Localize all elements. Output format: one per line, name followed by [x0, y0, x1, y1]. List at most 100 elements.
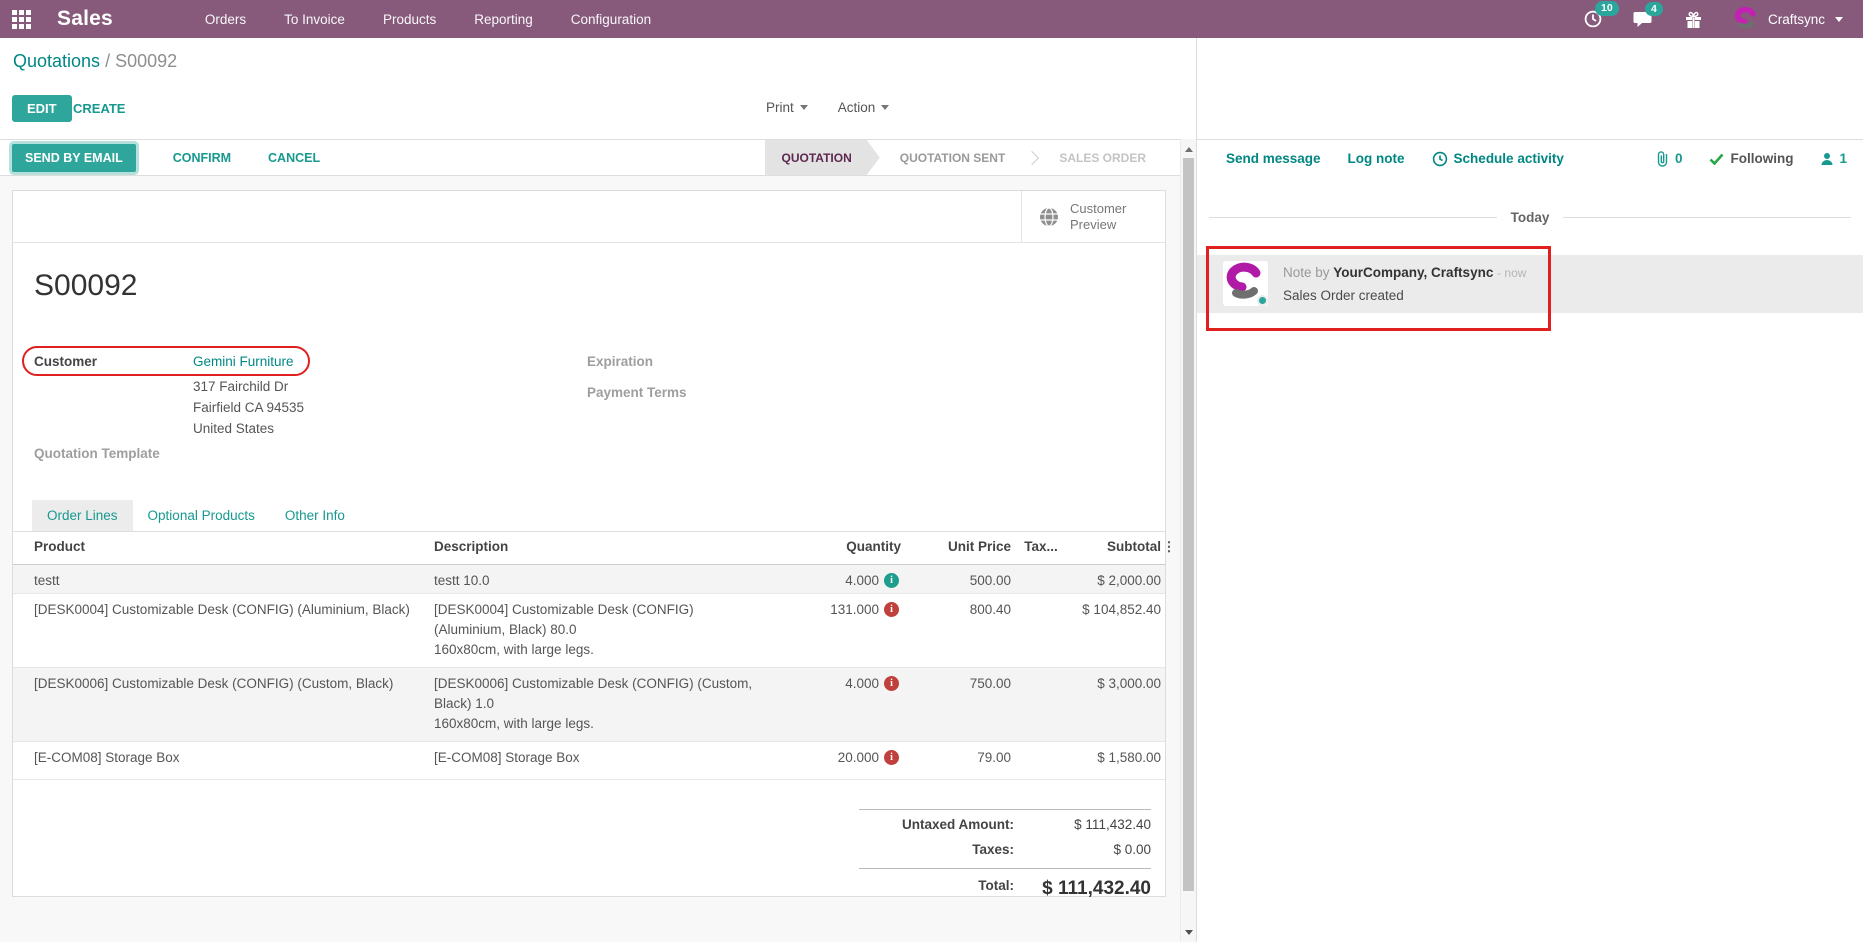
date-divider-label: Today: [1497, 210, 1564, 225]
sheet-header-strip: Customer Preview: [13, 191, 1165, 243]
cell-taxes: [1011, 594, 1071, 606]
stage-sales-order[interactable]: SALES ORDER: [1039, 140, 1166, 175]
breadcrumb-current: S00092: [115, 51, 177, 71]
confirm-button[interactable]: CONFIRM: [173, 151, 231, 165]
menu-orders[interactable]: Orders: [205, 12, 246, 27]
table-row[interactable]: [E-COM08] Storage Box [E-COM08] Storage …: [13, 742, 1165, 780]
tab-order-lines[interactable]: Order Lines: [32, 500, 133, 531]
cell-description: [DESK0006] Customizable Desk (CONFIG) (C…: [434, 668, 769, 740]
quotation-sheet: Customer Preview S00092 Customer Gemini …: [12, 190, 1166, 897]
log-note-button[interactable]: Log note: [1348, 151, 1405, 166]
taxes-value: $ 0.00: [1014, 842, 1151, 857]
stock-info-red-icon[interactable]: i: [884, 750, 899, 765]
cell-product: [DESK0004] Customizable Desk (CONFIG) (A…: [34, 594, 434, 626]
table-row[interactable]: [DESK0006] Customizable Desk (CONFIG) (C…: [13, 668, 1165, 742]
edit-button[interactable]: EDIT: [12, 95, 72, 122]
table-row[interactable]: [DESK0004] Customizable Desk (CONFIG) (A…: [13, 594, 1165, 668]
table-row[interactable]: testt testt 10.0 4.000 i 500.00 $ 2,000.…: [13, 565, 1165, 594]
menu-reporting[interactable]: Reporting: [474, 12, 533, 27]
apps-grid-icon[interactable]: [12, 10, 31, 29]
untaxed-amount-row: Untaxed Amount: $ 111,432.40: [859, 810, 1151, 835]
send-by-email-button[interactable]: SEND BY EMAIL: [12, 144, 136, 172]
note-author[interactable]: YourCompany, Craftsync: [1333, 265, 1493, 280]
scrollbar-thumb[interactable]: [1183, 158, 1194, 891]
stock-info-red-icon[interactable]: i: [884, 676, 899, 691]
chatter-toolbar: Send message Log note Schedule activity …: [1197, 139, 1863, 177]
triangle-up-icon: [1185, 147, 1193, 152]
attachments-button[interactable]: 0: [1655, 150, 1683, 167]
scroll-down-button[interactable]: [1181, 924, 1197, 940]
col-subtotal[interactable]: Subtotal: [1071, 532, 1161, 564]
cell-product: testt: [34, 565, 434, 597]
cell-subtotal: $ 3,000.00: [1071, 668, 1161, 700]
topbar-right: 10 4: [1583, 6, 1863, 33]
cell-unit-price: 500.00: [901, 565, 1011, 597]
address-country: United States: [193, 418, 304, 439]
total-row: Total: $ 111,432.40: [859, 868, 1151, 903]
tab-other-info[interactable]: Other Info: [270, 500, 360, 531]
col-description[interactable]: Description: [434, 532, 769, 564]
user-menu[interactable]: Craftsync: [1733, 6, 1843, 33]
vertical-scrollbar[interactable]: [1180, 139, 1196, 942]
message-header: Note by YourCompany, Craftsync - now: [1283, 265, 1526, 280]
cell-unit-price: 800.40: [901, 594, 1011, 626]
date-divider: Today: [1209, 210, 1851, 225]
cell-product: [E-COM08] Storage Box: [34, 742, 434, 774]
menu-products[interactable]: Products: [383, 12, 436, 27]
chatter-message[interactable]: Note by YourCompany, Craftsync - now Sal…: [1197, 255, 1863, 313]
tab-optional-products[interactable]: Optional Products: [133, 500, 270, 531]
stage-quotation[interactable]: QUOTATION: [765, 140, 880, 175]
send-message-button[interactable]: Send message: [1226, 151, 1321, 166]
expiration-label: Expiration: [587, 354, 653, 369]
payment-terms-label: Payment Terms: [587, 385, 687, 400]
app-name[interactable]: Sales: [57, 7, 113, 31]
stock-info-green-icon[interactable]: i: [884, 573, 899, 588]
odoo-sales-window: Sales Orders To Invoice Products Reporti…: [0, 0, 1863, 942]
print-dropdown[interactable]: Print: [766, 100, 808, 115]
order-lines-table: Product Description Quantity Unit Price …: [13, 532, 1165, 780]
chevron-down-icon: [1835, 17, 1843, 22]
menu-to-invoice[interactable]: To Invoice: [284, 12, 345, 27]
cell-unit-price: 79.00: [901, 742, 1011, 774]
follower-count: 1: [1839, 151, 1847, 166]
col-quantity[interactable]: Quantity: [769, 532, 901, 564]
form-background: Customer Preview S00092 Customer Gemini …: [0, 176, 1180, 942]
activities-button[interactable]: 10: [1583, 9, 1603, 29]
cell-quantity: 20.000: [769, 742, 879, 774]
following-button[interactable]: Following: [1709, 151, 1793, 166]
referral-button[interactable]: [1684, 10, 1703, 29]
stage-quotation-sent[interactable]: QUOTATION SENT: [880, 140, 1026, 175]
triangle-down-icon: [1185, 930, 1193, 935]
chatter-panel: Send message Log note Schedule activity …: [1196, 38, 1863, 942]
menu-configuration[interactable]: Configuration: [571, 12, 651, 27]
customer-field-value[interactable]: Gemini Furniture: [193, 354, 294, 369]
person-icon: [1820, 152, 1834, 166]
address-city: Fairfield CA 94535: [193, 397, 304, 418]
table-options-kebab-icon[interactable]: ⋮: [1161, 532, 1177, 564]
form-view-column: SEND BY EMAIL CONFIRM CANCEL QUOTATION Q…: [0, 139, 1196, 942]
quotation-template-label: Quotation Template: [34, 446, 160, 461]
print-label: Print: [766, 100, 794, 115]
chevron-down-icon: [881, 105, 889, 110]
action-dropdown[interactable]: Action: [838, 100, 890, 115]
schedule-activity-button[interactable]: Schedule activity: [1432, 151, 1564, 167]
customer-preview-button[interactable]: Customer Preview: [1021, 191, 1165, 243]
messages-button[interactable]: 4: [1633, 10, 1654, 29]
totals-block: Untaxed Amount: $ 111,432.40 Taxes: $ 0.…: [859, 809, 1151, 903]
stage-pipeline: QUOTATION QUOTATION SENT SALES ORDER: [765, 140, 1166, 175]
stock-info-red-icon[interactable]: i: [884, 602, 899, 617]
chevron-down-icon: [800, 105, 808, 110]
create-button[interactable]: CREATE: [73, 101, 125, 116]
scroll-up-button[interactable]: [1181, 141, 1197, 157]
breadcrumb-quotations[interactable]: Quotations: [13, 51, 100, 71]
cell-subtotal: $ 1,580.00: [1071, 742, 1161, 774]
followers-button[interactable]: 1: [1820, 151, 1847, 166]
col-product[interactable]: Product: [34, 532, 434, 564]
col-taxes[interactable]: Tax...: [1011, 532, 1071, 564]
following-label: Following: [1730, 151, 1793, 166]
cancel-button[interactable]: CANCEL: [268, 151, 320, 165]
taxes-row: Taxes: $ 0.00: [859, 835, 1151, 860]
cell-subtotal: $ 2,000.00: [1071, 565, 1161, 597]
col-unit-price[interactable]: Unit Price: [901, 532, 1011, 564]
user-name: Craftsync: [1768, 12, 1825, 27]
